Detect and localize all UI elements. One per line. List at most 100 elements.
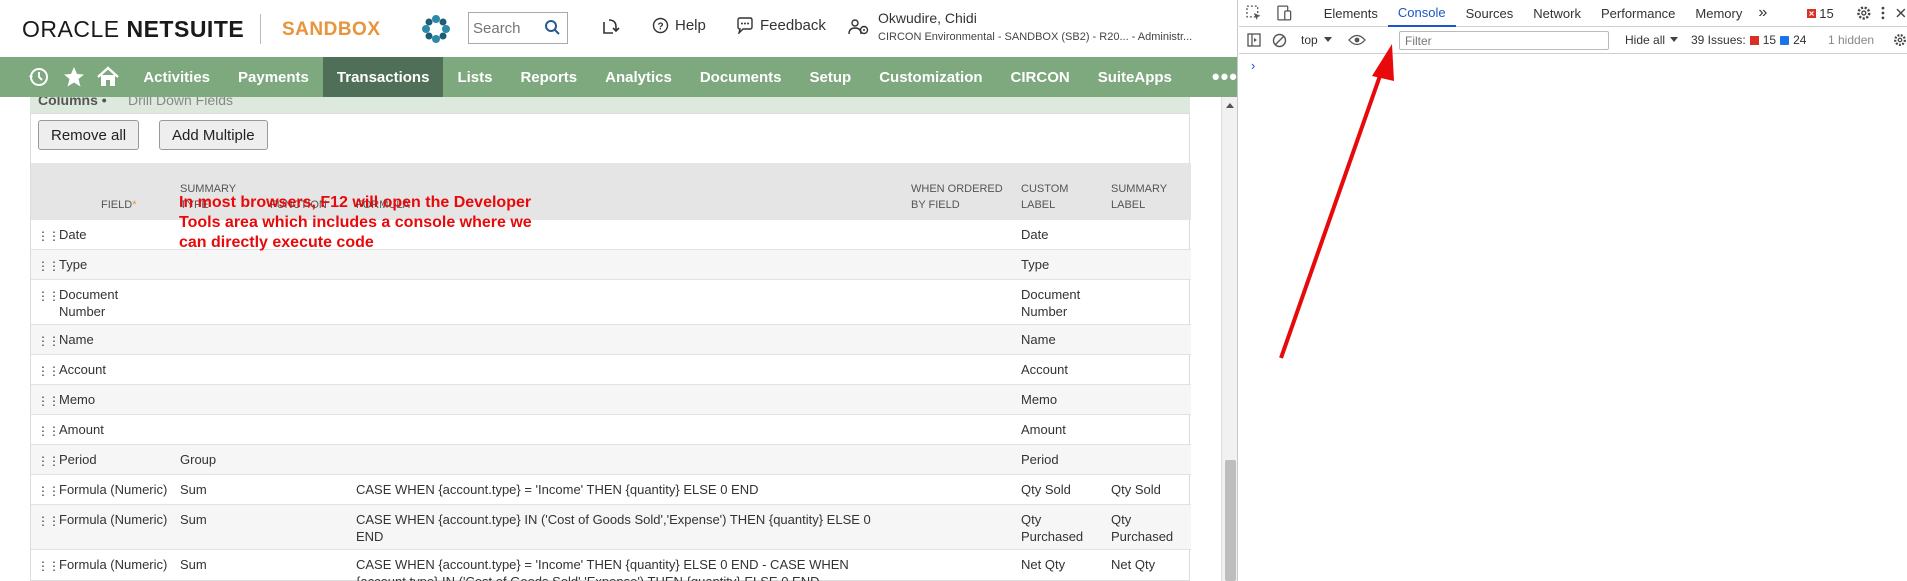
nav-reports[interactable]: Reports xyxy=(506,57,591,97)
devtools-tab-console[interactable]: Console xyxy=(1387,0,1456,27)
feedback-button[interactable]: Feedback xyxy=(736,17,826,34)
console-prompt[interactable]: › xyxy=(1251,58,1255,73)
columns-panel: Remove all Add Multiple FIELD* SUMMARY T… xyxy=(30,113,1191,581)
cell-summary-type: Group xyxy=(174,444,264,475)
cell-custom-label: Memo xyxy=(1015,384,1105,415)
table-row[interactable]: ⋮⋮ Period Group Period xyxy=(31,444,1191,475)
cell-when-ordered-by xyxy=(905,279,1015,325)
nav-activities[interactable]: Activities xyxy=(129,57,224,97)
drag-handle-icon[interactable]: ⋮⋮ xyxy=(31,324,60,355)
devtools-tab-memory[interactable]: Memory xyxy=(1685,0,1752,27)
search-icon[interactable] xyxy=(544,19,561,36)
cell-custom-label: Date xyxy=(1015,220,1105,250)
nav-payments[interactable]: Payments xyxy=(224,57,323,97)
nav-circon[interactable]: CIRCON xyxy=(997,57,1084,97)
log-levels-dropdown[interactable]: Hide all xyxy=(1625,33,1679,47)
nav-more-button[interactable]: ••• xyxy=(1212,64,1237,90)
table-row[interactable]: ⋮⋮ Type Type xyxy=(31,249,1191,280)
nav-lists[interactable]: Lists xyxy=(443,57,506,97)
recent-icon[interactable] xyxy=(22,57,56,97)
cell-formula: CASE WHEN {account.type} = 'Income' THEN… xyxy=(350,474,905,505)
oracle-netsuite-logo[interactable]: ORACLE NETSUITE xyxy=(22,16,244,43)
cell-custom-label: Period xyxy=(1015,444,1105,475)
col-field: FIELD* xyxy=(59,163,174,220)
cell-field: Formula (Numeric) xyxy=(59,504,174,550)
cell-when-ordered-by xyxy=(905,414,1015,445)
table-row[interactable]: ⋮⋮ Account Account xyxy=(31,354,1191,385)
table-row[interactable]: ⋮⋮ Formula (Numeric) Sum CASE WHEN {account… xyxy=(31,549,1191,581)
table-row[interactable]: ⋮⋮ Formula (Numeric) Sum CASE WHEN {account… xyxy=(31,504,1191,550)
table-row[interactable]: ⋮⋮ Amount Amount xyxy=(31,414,1191,445)
cell-function xyxy=(264,324,350,355)
cell-field: Memo xyxy=(59,384,174,415)
nav-suiteapps[interactable]: SuiteApps xyxy=(1084,57,1186,97)
drag-handle-icon[interactable]: ⋮⋮ xyxy=(31,279,60,325)
page-scrollbar[interactable] xyxy=(1221,97,1237,581)
devtools-tab-elements[interactable]: Elements xyxy=(1314,0,1388,27)
recent-records-icon[interactable] xyxy=(600,18,620,38)
nav-documents[interactable]: Documents xyxy=(686,57,796,97)
cell-summary-type: Sum xyxy=(174,504,264,550)
user-roles-icon[interactable] xyxy=(848,18,870,38)
search-columns-section: Columns • Drill Down Fields Remove all A… xyxy=(30,97,1191,581)
nav-setup[interactable]: Setup xyxy=(796,57,866,97)
error-icon xyxy=(1807,8,1817,18)
subtab-columns[interactable]: Columns • xyxy=(38,97,107,108)
subtab-drill-down-fields[interactable]: Drill Down Fields xyxy=(128,97,233,108)
cell-summary-label xyxy=(1105,220,1191,250)
issue-info-icon xyxy=(1780,35,1790,45)
drag-handle-icon[interactable]: ⋮⋮ xyxy=(31,444,60,475)
error-counter[interactable]: 15 xyxy=(1807,6,1834,21)
nav-transactions[interactable]: Transactions xyxy=(322,57,444,97)
nav-customization[interactable]: Customization xyxy=(865,57,996,97)
issues-counter[interactable]: 39 Issues: 15 24 xyxy=(1691,33,1806,47)
drag-handle-icon[interactable]: ⋮⋮ xyxy=(31,249,60,280)
more-tabs-chevron-icon[interactable]: » xyxy=(1752,0,1773,27)
drag-handle-icon[interactable]: ⋮⋮ xyxy=(31,220,60,250)
drag-handle-icon[interactable]: ⋮⋮ xyxy=(31,384,60,415)
cell-formula: CASE WHEN {account.type} = 'Income' THEN… xyxy=(350,549,905,581)
help-button[interactable]: ? Help xyxy=(652,17,706,34)
console-settings-gear-icon[interactable] xyxy=(1893,33,1907,47)
devtools-pane: Elements Console Sources Network Perform… xyxy=(1239,0,1907,581)
cell-when-ordered-by xyxy=(905,249,1015,280)
devtools-tab-performance[interactable]: Performance xyxy=(1591,0,1685,27)
table-row[interactable]: ⋮⋮ Document Number Document Number xyxy=(31,279,1191,325)
scroll-up-arrow-icon[interactable] xyxy=(1226,103,1234,108)
user-account-menu[interactable]: Okwudire, Chidi CIRCON Environmental - S… xyxy=(878,10,1192,43)
devtools-tab-sources[interactable]: Sources xyxy=(1456,0,1524,27)
drag-handle-icon[interactable]: ⋮⋮ xyxy=(31,414,60,445)
global-search[interactable] xyxy=(468,12,568,44)
clear-console-icon[interactable] xyxy=(1272,33,1287,48)
devtools-tab-network[interactable]: Network xyxy=(1523,0,1591,27)
drag-handle-icon[interactable]: ⋮⋮ xyxy=(31,504,60,550)
cell-summary-type xyxy=(174,279,264,325)
table-row[interactable]: ⋮⋮ Name Name xyxy=(31,324,1191,355)
context-selector[interactable]: top xyxy=(1301,33,1332,47)
drag-handle-icon[interactable]: ⋮⋮ xyxy=(31,474,60,505)
remove-all-button[interactable]: Remove all xyxy=(38,120,140,150)
scrollbar-thumb[interactable] xyxy=(1225,460,1236,581)
settings-gear-icon[interactable] xyxy=(1856,5,1872,21)
cell-field: Name xyxy=(59,324,174,355)
nav-analytics[interactable]: Analytics xyxy=(591,57,686,97)
kebab-menu-icon[interactable] xyxy=(1881,6,1885,20)
favorites-star-icon[interactable] xyxy=(56,57,90,97)
table-row[interactable]: ⋮⋮ Memo Memo xyxy=(31,384,1191,415)
cell-field: Formula (Numeric) xyxy=(59,549,174,581)
cell-field: Formula (Numeric) xyxy=(59,474,174,505)
drag-handle-icon[interactable]: ⋮⋮ xyxy=(31,549,60,581)
cell-when-ordered-by xyxy=(905,549,1015,581)
device-toolbar-icon[interactable] xyxy=(1275,4,1293,22)
inspect-element-icon[interactable] xyxy=(1245,4,1263,22)
console-filter-input[interactable] xyxy=(1399,31,1609,50)
live-expression-eye-icon[interactable] xyxy=(1347,34,1366,46)
home-icon[interactable] xyxy=(91,57,125,97)
cell-when-ordered-by xyxy=(905,384,1015,415)
add-multiple-button[interactable]: Add Multiple xyxy=(159,120,268,150)
sidebar-toggle-icon[interactable] xyxy=(1246,32,1262,48)
drag-handle-icon[interactable]: ⋮⋮ xyxy=(31,354,60,385)
close-devtools-icon[interactable] xyxy=(1895,7,1907,19)
table-row[interactable]: ⋮⋮ Formula (Numeric) Sum CASE WHEN {account… xyxy=(31,474,1191,505)
search-input[interactable] xyxy=(469,14,541,42)
